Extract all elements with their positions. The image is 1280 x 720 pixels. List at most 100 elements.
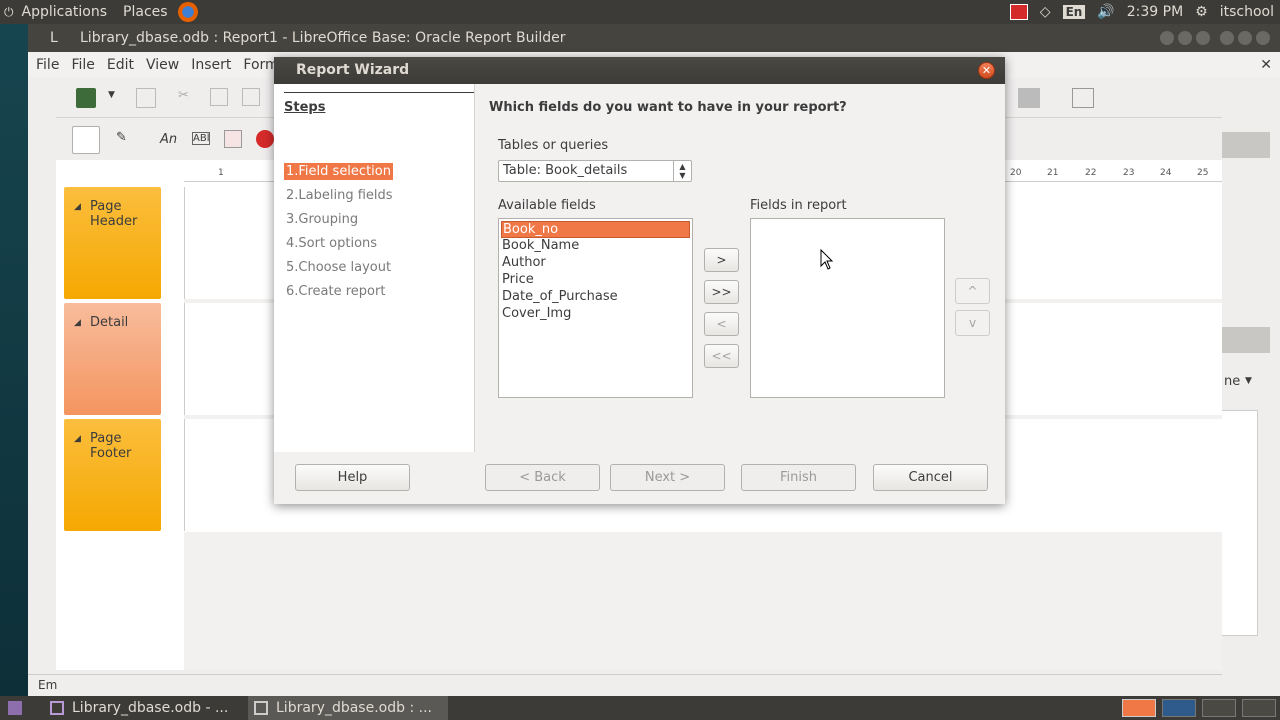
remove-all-fields-button[interactable]: <<: [704, 344, 739, 368]
cut-icon[interactable]: ✂: [178, 88, 189, 103]
label-field-icon[interactable]: An: [160, 132, 177, 147]
menu-edit[interactable]: Edit: [101, 57, 140, 73]
list-item[interactable]: Price: [501, 272, 690, 289]
copy-icon[interactable]: [210, 88, 228, 106]
move-down-button[interactable]: v: [955, 310, 990, 336]
task-label: Library_dbase.odb : ...: [276, 700, 432, 716]
cancel-button[interactable]: Cancel: [873, 464, 988, 491]
step-sort-options[interactable]: 4.Sort options: [284, 235, 379, 252]
keyboard-layout-indicator[interactable]: En: [1062, 5, 1086, 19]
properties-panel-header[interactable]: [1222, 132, 1270, 158]
top-panel: ⏻ Applications Places ◇ En 🔊 2:39 PM ⚙ i…: [0, 0, 1280, 24]
collapse-triangle-icon[interactable]: ◢: [74, 318, 81, 328]
menu-view[interactable]: View: [140, 57, 185, 73]
applications-menu[interactable]: Applications: [14, 4, 116, 20]
properties-panel-box[interactable]: [1222, 410, 1258, 636]
design-mode-icon[interactable]: ✎: [116, 130, 127, 145]
workspace-switcher-3[interactable]: [1202, 699, 1236, 717]
menu-file[interactable]: File: [65, 57, 100, 73]
statusbar: Em: [28, 674, 1222, 694]
base-app-icon: [50, 701, 64, 715]
list-item[interactable]: Cover_Img: [501, 306, 690, 323]
user-name[interactable]: itschool: [1220, 4, 1274, 20]
workspace-switcher-2[interactable]: [1162, 699, 1196, 717]
finish-button[interactable]: Finish: [741, 464, 856, 491]
close-document-icon[interactable]: ✕: [1260, 57, 1272, 73]
section-label: Page Header: [90, 199, 138, 229]
list-item[interactable]: Date_of_Purchase: [501, 289, 690, 306]
properties-panel-header[interactable]: [1222, 327, 1270, 353]
workspace-switcher-1[interactable]: [1122, 699, 1156, 717]
section-page-footer[interactable]: ◢ Page Footer: [64, 419, 161, 531]
collapse-triangle-icon[interactable]: ◢: [74, 434, 81, 444]
maximize-icon[interactable]: [1178, 31, 1192, 45]
step-choose-layout[interactable]: 5.Choose layout: [284, 259, 393, 276]
fields-in-report-list[interactable]: [750, 218, 945, 398]
section-canvas[interactable]: [184, 303, 260, 415]
remove-field-button[interactable]: <: [704, 312, 739, 336]
select-pointer-icon[interactable]: [72, 126, 100, 154]
section-canvas[interactable]: [184, 187, 260, 299]
task-label: Library_dbase.odb - ...: [72, 700, 229, 716]
menu-insert[interactable]: Insert: [185, 57, 237, 73]
workspace-switcher-4[interactable]: [1242, 699, 1276, 717]
available-fields-list[interactable]: Book_no Book_Name Author Price Date_of_P…: [498, 218, 693, 398]
section-label: Detail: [90, 315, 129, 330]
image-control-icon[interactable]: [224, 130, 242, 148]
close-icon[interactable]: [1256, 31, 1270, 45]
window-letter: L: [50, 30, 58, 46]
ruler-number: 25: [1197, 168, 1209, 178]
minimize-icon[interactable]: [1220, 31, 1234, 45]
section-detail[interactable]: ◢ Detail: [64, 303, 161, 415]
settings-gear-icon[interactable]: ⚙: [1195, 4, 1208, 20]
step-grouping[interactable]: 3.Grouping: [284, 211, 360, 228]
record-indicator-icon[interactable]: [1009, 4, 1028, 20]
save-dropdown-icon[interactable]: ▼: [108, 90, 115, 100]
step-create-report[interactable]: 6.Create report: [284, 283, 387, 300]
next-button[interactable]: Next >: [610, 464, 725, 491]
menu-file-behind[interactable]: File: [28, 57, 65, 73]
list-item[interactable]: Author: [501, 255, 690, 272]
selected-table: Table: Book_details: [503, 163, 628, 178]
report-app-icon: [254, 701, 268, 715]
maximize-icon[interactable]: [1238, 31, 1252, 45]
section-page-header[interactable]: ◢ Page Header: [64, 187, 161, 299]
chart-icon[interactable]: [256, 130, 274, 148]
edit-icon[interactable]: [136, 88, 156, 108]
paste-icon[interactable]: [242, 88, 260, 106]
step-labeling-fields[interactable]: 2.Labeling fields: [284, 187, 395, 204]
move-up-button[interactable]: ^: [955, 278, 990, 304]
wizard-question: Which fields do you want to have in your…: [489, 100, 847, 115]
task-button-1[interactable]: Library_dbase.odb - ...: [44, 696, 244, 720]
step-field-selection[interactable]: 1.Field selection: [284, 163, 393, 180]
add-all-fields-button[interactable]: >>: [704, 280, 739, 304]
align-icon[interactable]: [1072, 88, 1094, 108]
section-canvas[interactable]: [184, 419, 260, 531]
show-desktop-icon[interactable]: [8, 701, 22, 715]
wifi-icon[interactable]: ◇: [1040, 4, 1051, 20]
dropdown-arrow-icon[interactable]: ▼: [1245, 376, 1252, 386]
collapse-triangle-icon[interactable]: ◢: [74, 202, 81, 212]
places-menu[interactable]: Places: [115, 4, 176, 20]
clone-icon[interactable]: [1018, 88, 1040, 108]
text-box-icon[interactable]: ABl: [192, 132, 211, 145]
back-button[interactable]: < Back: [485, 464, 600, 491]
add-field-button[interactable]: >: [704, 248, 739, 272]
save-icon[interactable]: [76, 88, 96, 108]
spin-arrows-icon[interactable]: ▲ ▼: [673, 161, 691, 181]
volume-icon[interactable]: 🔊: [1097, 4, 1114, 20]
clock[interactable]: 2:39 PM: [1127, 4, 1183, 20]
ruler-number: 22: [1085, 168, 1097, 178]
list-item[interactable]: Book_no: [501, 221, 690, 238]
firefox-icon[interactable]: [177, 2, 198, 22]
close-icon[interactable]: [1196, 31, 1210, 45]
tables-queries-select[interactable]: Table: Book_details ▲ ▼: [498, 160, 692, 182]
help-button[interactable]: Help: [295, 464, 410, 491]
ubuntu-logo-icon[interactable]: ⏻: [4, 5, 14, 20]
minimize-icon[interactable]: [1160, 31, 1174, 45]
dialog-close-icon[interactable]: ✕: [978, 62, 995, 79]
back-window-buttons: [1160, 31, 1210, 45]
task-button-2[interactable]: Library_dbase.odb : ...: [248, 696, 448, 720]
ruler-number: 23: [1123, 168, 1135, 178]
list-item[interactable]: Book_Name: [501, 238, 690, 255]
